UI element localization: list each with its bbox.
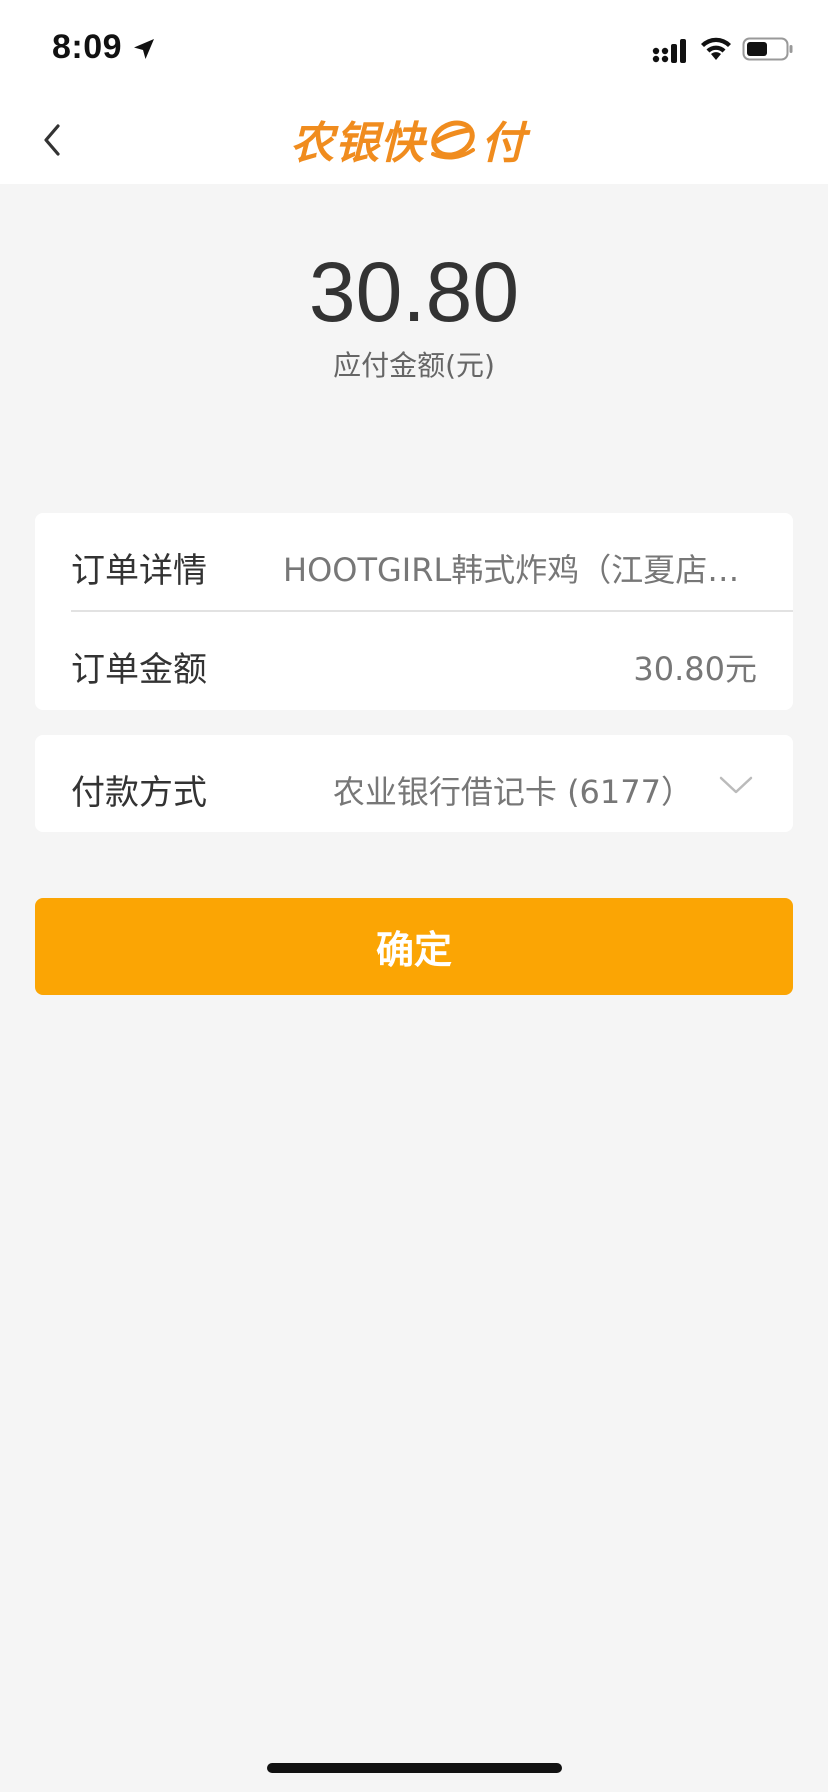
home-indicator[interactable] [267, 1763, 562, 1773]
payable-amount-caption: 应付金额(元) [333, 349, 495, 382]
payment-method-row[interactable]: 付款方式 农业银行借记卡 (6177） [71, 735, 793, 833]
cellular-signal-icon [652, 39, 686, 63]
order-detail-value: HOOTGIRL韩式炸鸡（江夏店… [283, 551, 740, 589]
nav-bar: 农银快 付 [0, 94, 828, 184]
logo-text-before: 农银快 [290, 118, 425, 169]
logo-e-icon [431, 120, 475, 160]
app-logo: 农银快 付 [290, 110, 526, 169]
location-arrow-icon [134, 39, 154, 59]
payment-method-label: 付款方式 [71, 773, 207, 813]
battery-icon [742, 37, 793, 61]
status-time: 8:09 [52, 28, 123, 66]
payment-method-value[interactable]: 农业银行借记卡 (6177） [333, 767, 693, 813]
back-button[interactable] [30, 112, 80, 168]
order-amount-value: 30.80元 [633, 650, 757, 688]
status-bar: 8:09 [0, 0, 828, 94]
confirm-button[interactable]: 确定 [35, 898, 793, 995]
order-amount-row: 订单金额 30.80元 [71, 612, 793, 710]
logo-text-after: 付 [481, 118, 526, 169]
order-amount-label: 订单金额 [71, 650, 207, 690]
wifi-icon [701, 37, 731, 60]
order-detail-row: 订单详情 HOOTGIRL韩式炸鸡（江夏店… [71, 513, 793, 611]
chevron-down-icon[interactable] [717, 773, 755, 797]
payment-method-selector[interactable]: 付款方式 农业银行借记卡 (6177） [35, 735, 793, 832]
order-card: 订单详情 HOOTGIRL韩式炸鸡（江夏店… 订单金额 30.80元 [35, 513, 793, 710]
order-detail-label: 订单详情 [71, 551, 207, 591]
payable-amount: 30.80 [308, 245, 520, 339]
